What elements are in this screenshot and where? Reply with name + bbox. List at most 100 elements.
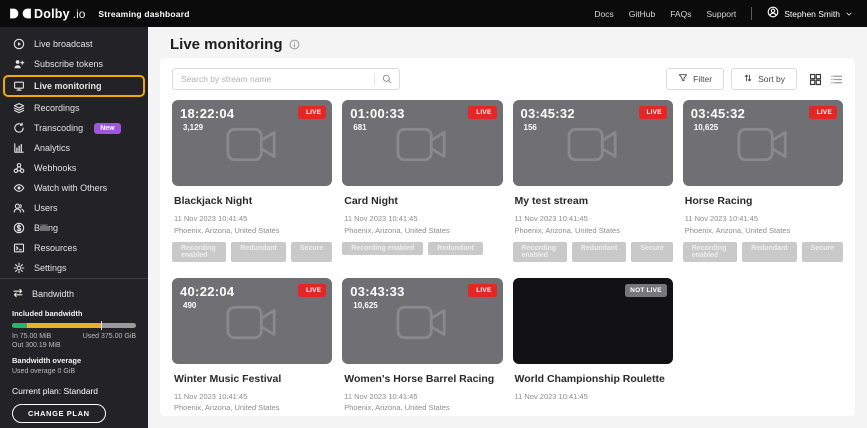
sidebar-item-label: Recordings bbox=[34, 103, 80, 113]
bandwidth-title: Bandwidth bbox=[32, 289, 74, 299]
change-plan-button[interactable]: CHANGE PLAN bbox=[12, 404, 106, 423]
sidebar-item-label: Watch with Others bbox=[34, 183, 107, 193]
video-camera-icon bbox=[226, 303, 278, 340]
video-camera-icon bbox=[396, 126, 448, 163]
stream-thumbnail[interactable]: 18:22:04 3,129 LIVE bbox=[172, 100, 332, 186]
gear-icon bbox=[13, 262, 25, 274]
chevron-down-icon bbox=[845, 5, 853, 23]
sidebar-item-resources[interactable]: Resources bbox=[0, 238, 148, 258]
layers-icon bbox=[13, 102, 25, 114]
filter-button[interactable]: Filter bbox=[666, 68, 724, 90]
stream-card[interactable]: 03:43:33 10,625 LIVE Women's Horse Barre… bbox=[342, 278, 502, 417]
nav-link-support[interactable]: Support bbox=[706, 9, 736, 19]
video-camera-icon bbox=[567, 126, 619, 163]
sidebar-item-label: Live monitoring bbox=[34, 81, 102, 91]
search-box bbox=[172, 68, 400, 90]
info-icon[interactable] bbox=[289, 39, 300, 50]
sidebar-item-watch-with-others[interactable]: Watch with Others bbox=[0, 178, 148, 198]
bandwidth-progress-bar bbox=[12, 323, 136, 328]
user-menu[interactable]: Stephen Smith bbox=[767, 5, 853, 23]
broadcast-icon bbox=[13, 38, 25, 50]
sidebar-item-analytics[interactable]: Analytics bbox=[0, 138, 148, 158]
bar-green bbox=[12, 323, 27, 328]
stream-date: 11 Nov 2023 10:41:45 bbox=[515, 392, 671, 401]
stream-title: Blackjack Night bbox=[174, 195, 330, 207]
viewer-count-value: 10,625 bbox=[353, 301, 377, 310]
sidebar-item-billing[interactable]: Billing bbox=[0, 218, 148, 238]
live-status-badge: LIVE bbox=[809, 106, 837, 119]
sidebar-item-live-broadcast[interactable]: Live broadcast bbox=[0, 34, 148, 54]
stream-card[interactable]: 40:22:04 490 LIVE Winter Music Festival … bbox=[172, 278, 332, 417]
stream-location: Phoenix, Arizona, United States bbox=[344, 403, 500, 412]
stream-card[interactable]: 18:22:04 3,129 LIVE Blackjack Night 11 N… bbox=[172, 100, 332, 262]
sidebar: Live broadcast Subscribe tokens Live monit… bbox=[0, 27, 148, 428]
stream-thumbnail[interactable]: 40:22:04 490 LIVE bbox=[172, 278, 332, 364]
stream-card[interactable]: 01:00:33 681 LIVE Card Night 11 Nov 2023… bbox=[342, 100, 502, 262]
stream-tags: Recording enabledRedundantSecure bbox=[513, 242, 673, 262]
sidebar-item-label: Billing bbox=[34, 223, 58, 233]
live-status-text: LIVE bbox=[306, 109, 321, 116]
stream-date: 11 Nov 2023 10:41:45 bbox=[174, 214, 330, 223]
sidebar-item-users[interactable]: Users bbox=[0, 198, 148, 218]
stream-card[interactable]: 03:45:32 156 LIVE My test stream 11 Nov … bbox=[513, 100, 673, 262]
stream-title: Winter Music Festival bbox=[174, 373, 330, 385]
sort-label: Sort by bbox=[758, 74, 785, 84]
live-status-text: LIVE bbox=[476, 287, 491, 294]
sort-arrows-icon bbox=[743, 73, 753, 85]
billing-icon bbox=[13, 222, 25, 234]
stream-tag: Secure bbox=[291, 242, 332, 262]
sidebar-item-transcoding[interactable]: TranscodingNew bbox=[0, 118, 148, 138]
stream-thumbnail[interactable]: 03:45:32 156 LIVE bbox=[513, 100, 673, 186]
stream-tag: Recording enabled bbox=[342, 242, 423, 255]
search-icon[interactable] bbox=[375, 74, 399, 84]
search-input[interactable] bbox=[173, 74, 374, 84]
sort-by-button[interactable]: Sort by bbox=[731, 68, 797, 90]
list-view-icon[interactable] bbox=[830, 73, 843, 86]
stream-card[interactable]: NOT LIVE World Championship Roulette 11 … bbox=[513, 278, 673, 417]
bar-chart-icon bbox=[13, 142, 25, 154]
live-status-badge: LIVE bbox=[639, 106, 667, 119]
stream-thumbnail[interactable]: 01:00:33 681 LIVE bbox=[342, 100, 502, 186]
nav-link-docs[interactable]: Docs bbox=[594, 9, 613, 19]
dolby-logo[interactable]: Dolby.io bbox=[10, 7, 85, 21]
header-divider bbox=[751, 7, 752, 20]
eye-icon bbox=[13, 182, 25, 194]
bandwidth-in-value: In 75.00 MiB bbox=[12, 333, 51, 340]
page-title: Live monitoring bbox=[170, 36, 283, 53]
sidebar-item-label: Live broadcast bbox=[34, 39, 93, 49]
grid-view-icon[interactable] bbox=[809, 73, 822, 86]
stream-card[interactable]: 03:45:32 10,625 LIVE Horse Racing 11 Nov… bbox=[683, 100, 843, 262]
filter-label: Filter bbox=[693, 74, 712, 84]
sidebar-item-live-monitoring[interactable]: Live monitoring bbox=[3, 75, 145, 97]
viewer-count-value: 156 bbox=[524, 123, 537, 132]
stream-thumbnail[interactable]: 03:45:32 10,625 LIVE bbox=[683, 100, 843, 186]
stream-tag: Recording enabled bbox=[172, 242, 226, 262]
sidebar-item-label: Transcoding bbox=[34, 123, 83, 133]
live-status-text: NOT LIVE bbox=[630, 287, 662, 294]
nav-link-github[interactable]: GitHub bbox=[629, 9, 655, 19]
sidebar-item-label: Resources bbox=[34, 243, 77, 253]
user-name: Stephen Smith bbox=[784, 9, 840, 19]
nav-link-faqs[interactable]: FAQs bbox=[670, 9, 691, 19]
monitor-icon bbox=[13, 80, 25, 92]
streams-panel: Filter Sort by 18:22:04 3,129 bbox=[160, 58, 855, 416]
bar-amber bbox=[27, 323, 101, 328]
sidebar-item-webhooks[interactable]: Webhooks bbox=[0, 158, 148, 178]
live-status-badge: NOT LIVE bbox=[625, 284, 667, 297]
stream-thumbnail[interactable]: 03:43:33 10,625 LIVE bbox=[342, 278, 502, 364]
sidebar-item-label: Settings bbox=[34, 263, 67, 273]
stream-location: Phoenix, Arizona, United States bbox=[515, 226, 671, 235]
sidebar-item-label: Analytics bbox=[34, 143, 70, 153]
bandwidth-used-value: Used 375.00 GiB bbox=[83, 333, 136, 340]
stream-title: Horse Racing bbox=[685, 195, 841, 207]
stream-tag: Redundant bbox=[742, 242, 797, 262]
cards-grid: 18:22:04 3,129 LIVE Blackjack Night 11 N… bbox=[172, 100, 843, 416]
sidebar-item-settings[interactable]: Settings bbox=[0, 258, 148, 278]
sidebar-item-subscribe-tokens[interactable]: Subscribe tokens bbox=[0, 54, 148, 74]
stream-title: Card Night bbox=[344, 195, 500, 207]
stream-thumbnail[interactable]: NOT LIVE bbox=[513, 278, 673, 364]
sidebar-item-recordings[interactable]: Recordings bbox=[0, 98, 148, 118]
stream-tag: Secure bbox=[802, 242, 843, 262]
stream-title: Women's Horse Barrel Racing bbox=[344, 373, 500, 385]
bandwidth-out-value: Out 300.19 MiB bbox=[12, 342, 136, 349]
